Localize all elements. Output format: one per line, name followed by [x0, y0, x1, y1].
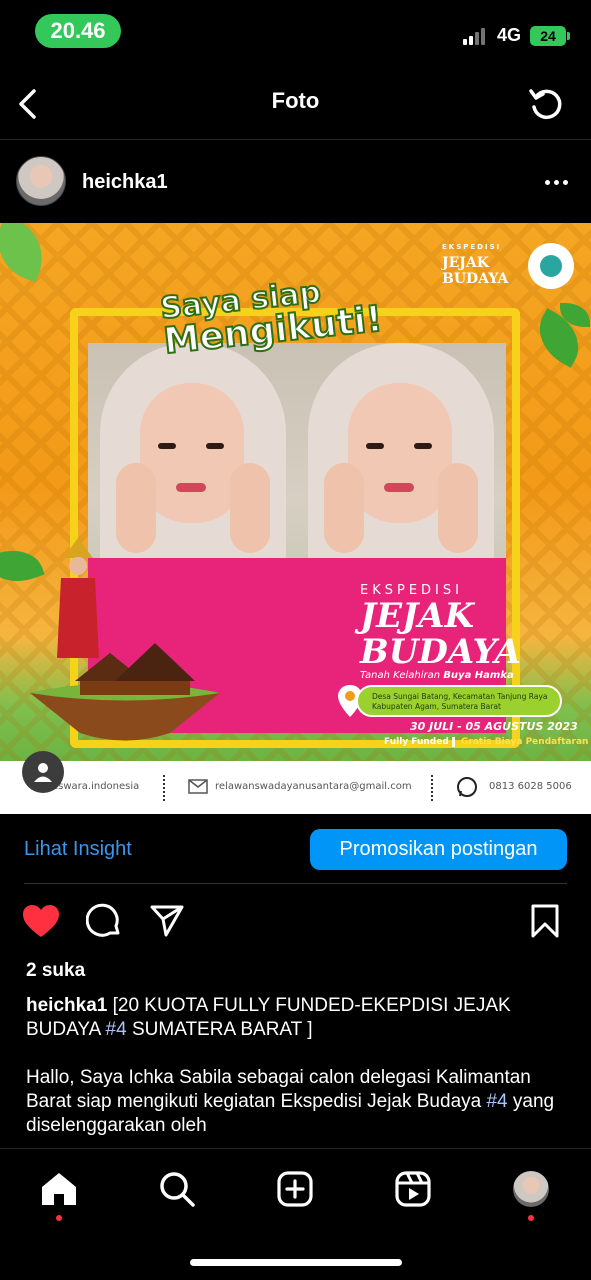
- plus-square-icon[interactable]: [273, 1167, 317, 1211]
- signal-icon: [463, 27, 485, 45]
- caption: heichka1 [20 KUOTA FULLY FUNDED-EKEPDISI…: [26, 994, 566, 1138]
- contact-email: relawanswadayanusantara@gmail.com: [215, 781, 412, 792]
- contact-phone: 0813 6028 5006: [489, 781, 572, 792]
- chevron-left-icon[interactable]: [10, 84, 44, 124]
- more-horizontal-icon[interactable]: [537, 169, 575, 195]
- post-image[interactable]: Saya siap Mengikuti! EKSPEDISI JEJAK BUD…: [0, 223, 591, 814]
- brand-logo: EKSPEDISI JEJAK BUDAYA: [442, 243, 509, 287]
- battery-icon: 24: [530, 26, 570, 46]
- post-header: heichka1: [0, 141, 591, 223]
- funded-label: Fully Funded: [384, 737, 449, 747]
- dancer-illustration: [57, 538, 99, 658]
- caption-container: heichka1 [20 KUOTA FULLY FUNDED-EKEPDISI…: [0, 994, 591, 1148]
- org-logo: [528, 243, 574, 289]
- bookmark-icon[interactable]: [525, 901, 565, 941]
- caption-text: SUMATERA BARAT ]: [131, 1019, 313, 1040]
- avatar[interactable]: [16, 156, 66, 206]
- reels-icon[interactable]: [391, 1167, 435, 1211]
- status-time[interactable]: 20.46: [35, 14, 121, 48]
- island-illustration: [30, 643, 220, 741]
- profile-avatar[interactable]: [509, 1167, 553, 1211]
- post-actions: [0, 885, 591, 957]
- free-label: Gratis Biaya Pendaftaran: [452, 737, 588, 747]
- send-icon[interactable]: [147, 901, 187, 941]
- promote-post-button[interactable]: Promosikan postingan: [310, 829, 567, 870]
- insight-row: Lihat Insight Promosikan postingan: [0, 814, 591, 884]
- hashtag-link[interactable]: #4: [106, 1019, 127, 1040]
- location-pill: Desa Sungai Batang, Kecamatan Tanjung Ra…: [356, 685, 562, 717]
- home-indicator[interactable]: [190, 1259, 402, 1266]
- post-username[interactable]: heichka1: [82, 171, 168, 194]
- refresh-icon[interactable]: [524, 82, 568, 126]
- event-dates: 30 JULI - 05 AGUSTUS 2023: [410, 720, 578, 733]
- whatsapp-icon: [457, 777, 477, 797]
- heart-filled-icon[interactable]: [21, 901, 61, 941]
- status-bar: 20.46 4G 24: [0, 0, 591, 64]
- expedition-title: EKSPEDISI JEJAK BUDAYA Tanah Kelahiran B…: [360, 583, 522, 681]
- view-insights-link[interactable]: Lihat Insight: [24, 838, 132, 861]
- likes-count[interactable]: 2 suka: [26, 960, 85, 982]
- network-type: 4G: [497, 25, 522, 45]
- caption-text: Hallo, Saya Ichka Sabila sebagai calon d…: [26, 1067, 531, 1112]
- caption-username[interactable]: heichka1: [26, 995, 107, 1016]
- notification-dot: [528, 1215, 534, 1221]
- page-title: Foto: [271, 88, 320, 113]
- notification-dot: [56, 1215, 62, 1221]
- contact-strip: eswara.indonesia relawanswadayanusantara…: [0, 761, 591, 814]
- comment-icon[interactable]: [84, 901, 124, 941]
- mail-icon: [188, 779, 208, 794]
- divider: [24, 883, 567, 884]
- search-icon[interactable]: [155, 1167, 199, 1211]
- contact-handle: eswara.indonesia: [52, 781, 140, 792]
- user-tag-icon[interactable]: [22, 751, 64, 793]
- nav-bar: Foto: [0, 64, 591, 140]
- hashtag-link[interactable]: #4: [486, 1091, 507, 1112]
- home-icon[interactable]: [37, 1167, 81, 1211]
